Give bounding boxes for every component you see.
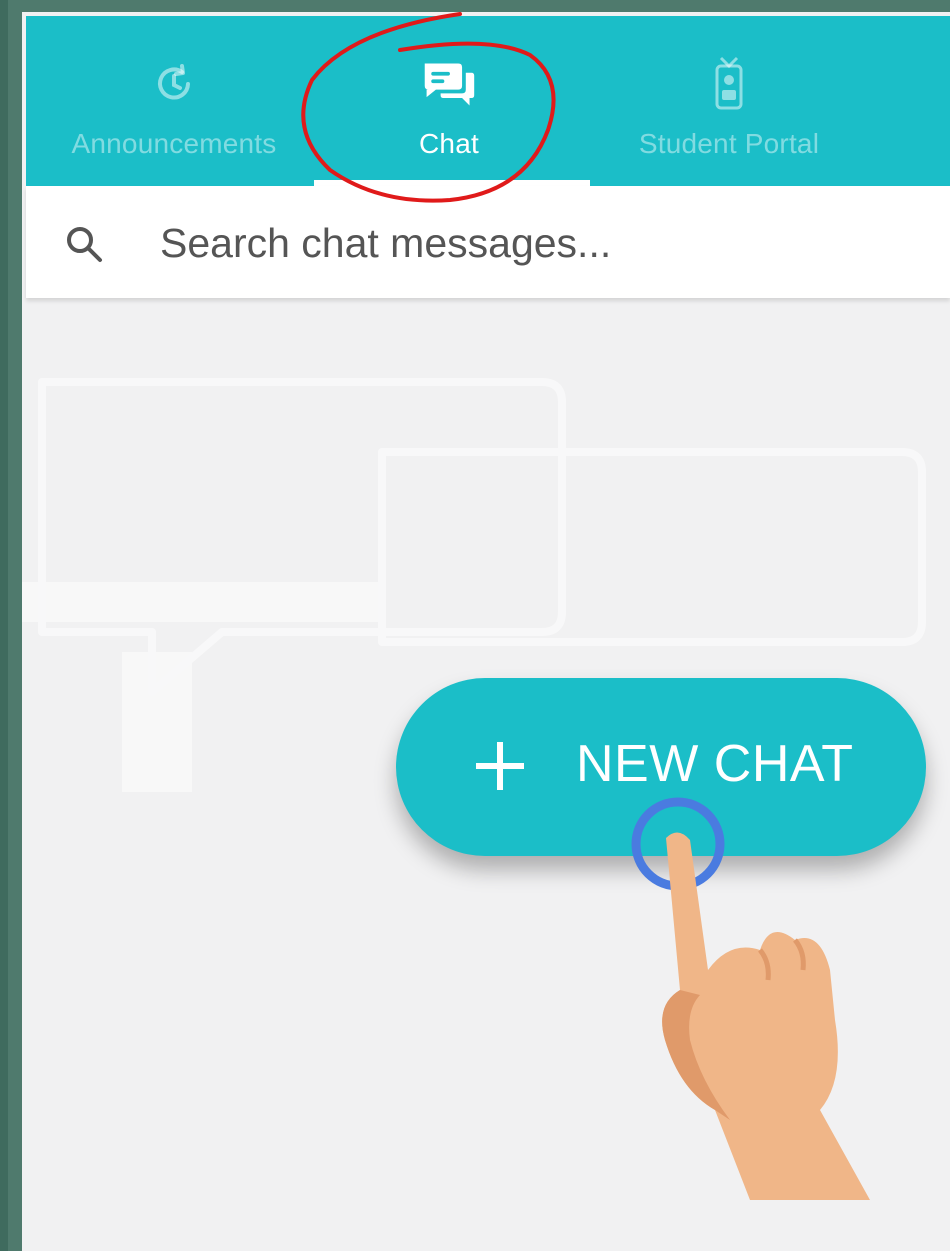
plus-icon [476,742,524,790]
new-chat-label: NEW CHAT [576,735,854,793]
student-portal-icon [701,56,757,112]
tab-label: Student Portal [638,128,820,159]
tab-announcements[interactable]: Announcements [26,16,322,186]
search-bar [26,186,950,298]
tab-bar: Announcements Chat Student Portal [26,16,950,186]
tab-student-portal[interactable]: Student Portal [586,16,872,186]
new-chat-button[interactable]: NEW CHAT [396,678,926,856]
tab-label: Announcements [71,128,277,159]
chat-bubbles-icon [421,56,477,112]
search-input[interactable] [158,208,922,278]
search-icon[interactable] [64,224,104,264]
history-icon [146,56,202,112]
outer-frame-edge [0,0,8,1251]
tab-label: Chat [419,128,479,159]
app-screen: Announcements Chat Student Portal Search… [22,12,950,1251]
tab-chat[interactable]: Chat [312,16,586,186]
